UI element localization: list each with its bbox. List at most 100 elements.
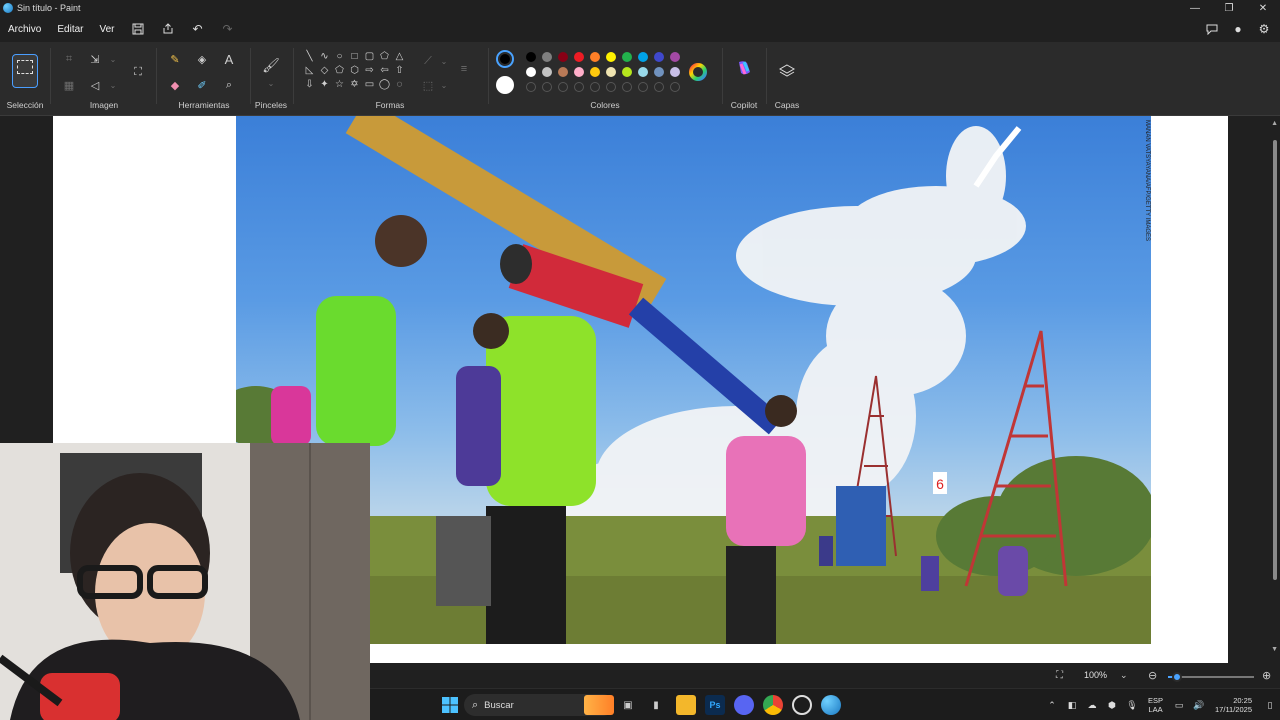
- menu-ver[interactable]: Ver: [91, 16, 122, 42]
- crop-icon[interactable]: ⌗: [60, 50, 78, 68]
- fill-bucket-icon[interactable]: ◈: [193, 50, 211, 68]
- vertical-scrollbar[interactable]: [1273, 140, 1277, 580]
- account-icon[interactable]: ●: [1228, 19, 1248, 39]
- notification-icon[interactable]: ▯: [1260, 695, 1280, 715]
- palette-color-swatch[interactable]: [542, 67, 552, 77]
- custom-color-slot[interactable]: [670, 82, 680, 92]
- curve-shape-icon[interactable]: ∿: [318, 50, 331, 63]
- rounded-rectangle-shape-icon[interactable]: ▢: [363, 50, 376, 63]
- palette-color-swatch[interactable]: [590, 67, 600, 77]
- custom-color-slot[interactable]: [526, 82, 536, 92]
- custom-color-slot[interactable]: [542, 82, 552, 92]
- chevron-up-icon[interactable]: ⌃: [1042, 695, 1062, 715]
- zoom-in-icon[interactable]: ⊕: [1262, 669, 1271, 682]
- rectangle-shape-icon[interactable]: □: [348, 50, 361, 63]
- close-button[interactable]: ✕: [1246, 0, 1280, 16]
- right-arrow-shape-icon[interactable]: ⇨: [363, 64, 376, 77]
- search-highlight-icon[interactable]: [584, 695, 614, 715]
- polygon-shape-icon[interactable]: ⬠: [378, 50, 391, 63]
- fit-to-window-icon[interactable]: ⛶: [1056, 670, 1070, 684]
- down-arrow-shape-icon[interactable]: ⇩: [303, 78, 316, 91]
- minimize-button[interactable]: —: [1178, 0, 1212, 16]
- rotate-icon[interactable]: ◁: [86, 76, 104, 94]
- scroll-down-icon[interactable]: ▼: [1271, 646, 1278, 653]
- resize-icon[interactable]: ⇲: [86, 50, 104, 68]
- text-icon[interactable]: A: [220, 50, 238, 68]
- menu-editar[interactable]: Editar: [49, 16, 91, 42]
- line-shape-icon[interactable]: ╲: [303, 50, 316, 63]
- share-icon[interactable]: [153, 16, 183, 42]
- save-icon[interactable]: [123, 16, 153, 42]
- zoom-slider[interactable]: [1168, 672, 1254, 682]
- feedback-icon[interactable]: [1202, 19, 1222, 39]
- app-icon[interactable]: ▮: [646, 695, 666, 715]
- task-view-icon[interactable]: ▣: [618, 695, 638, 715]
- discord-icon[interactable]: [734, 695, 754, 715]
- settings-gear-icon[interactable]: ⚙: [1254, 19, 1274, 39]
- five-point-star-shape-icon[interactable]: ☆: [333, 78, 346, 91]
- menu-archivo[interactable]: Archivo: [0, 16, 49, 42]
- pencil-icon[interactable]: ✎: [166, 50, 184, 68]
- four-point-star-shape-icon[interactable]: ✦: [318, 78, 331, 91]
- photoshop-icon[interactable]: Ps: [705, 695, 725, 715]
- palette-color-swatch[interactable]: [542, 52, 552, 62]
- obs-icon[interactable]: [792, 695, 812, 715]
- triangle-shape-icon[interactable]: △: [393, 50, 406, 63]
- palette-color-swatch[interactable]: [606, 52, 616, 62]
- zoom-value[interactable]: 100%: [1084, 670, 1107, 680]
- six-point-star-shape-icon[interactable]: ✡: [348, 78, 361, 91]
- chrome-icon[interactable]: [763, 695, 783, 715]
- custom-color-slot[interactable]: [606, 82, 616, 92]
- primary-color-swatch[interactable]: [496, 50, 514, 68]
- palette-color-swatch[interactable]: [622, 52, 632, 62]
- palette-color-swatch[interactable]: [654, 67, 664, 77]
- maximize-button[interactable]: ❐: [1212, 0, 1246, 16]
- palette-color-swatch[interactable]: [526, 67, 536, 77]
- palette-color-swatch[interactable]: [670, 52, 680, 62]
- cloud-callout-shape-icon[interactable]: ◌: [393, 78, 406, 91]
- custom-color-slot[interactable]: [622, 82, 632, 92]
- clock[interactable]: 20:25 17/11/2025: [1215, 696, 1252, 714]
- windows-start-icon[interactable]: [440, 695, 460, 715]
- brush-icon[interactable]: 🖌: [262, 56, 280, 74]
- stroke-size-icon[interactable]: ≡: [455, 60, 473, 78]
- custom-color-slot[interactable]: [574, 82, 584, 92]
- oval-callout-shape-icon[interactable]: ◯: [378, 78, 391, 91]
- layers-icon[interactable]: [778, 62, 796, 80]
- oval-shape-icon[interactable]: ○: [333, 50, 346, 63]
- diamond-shape-icon[interactable]: ◇: [318, 64, 331, 77]
- palette-color-swatch[interactable]: [558, 67, 568, 77]
- palette-color-swatch[interactable]: [574, 67, 584, 77]
- custom-color-slot[interactable]: [558, 82, 568, 92]
- left-arrow-shape-icon[interactable]: ⇦: [378, 64, 391, 77]
- pentagon-shape-icon[interactable]: ⬠: [333, 64, 346, 77]
- input-language[interactable]: ESP LAA: [1148, 696, 1163, 714]
- redo-icon[interactable]: ↷: [213, 16, 243, 42]
- chevron-down-icon[interactable]: ⌄: [435, 52, 453, 70]
- chevron-down-icon[interactable]: ⌄: [104, 50, 122, 68]
- undo-icon[interactable]: ↶: [183, 16, 213, 42]
- zoom-out-icon[interactable]: ⊖: [1148, 669, 1157, 682]
- chevron-down-icon[interactable]: ⌄: [104, 76, 122, 94]
- custom-color-slot[interactable]: [654, 82, 664, 92]
- chevron-down-icon[interactable]: ⌄: [435, 76, 453, 94]
- selection-tool-button[interactable]: [12, 54, 38, 88]
- network-icon[interactable]: ▭: [1169, 695, 1189, 715]
- palette-color-swatch[interactable]: [606, 67, 616, 77]
- pasted-photo-rocket-festival[interactable]: 6 MANAN VATSYAYANA/AFP/GETTY IMAGES: [236, 116, 1151, 644]
- volume-icon[interactable]: 🔊: [1189, 695, 1209, 715]
- tray-app-icon[interactable]: ◧: [1062, 695, 1082, 715]
- image-select-icon[interactable]: ▦: [60, 76, 78, 94]
- chevron-down-icon[interactable]: ⌄: [1120, 670, 1128, 681]
- chevron-down-icon[interactable]: ⌄: [262, 74, 280, 92]
- copilot-icon[interactable]: [734, 58, 754, 78]
- tray-shield-icon[interactable]: ⬢: [1102, 695, 1122, 715]
- secondary-color-swatch[interactable]: [496, 76, 514, 94]
- zoom-slider-thumb[interactable]: [1171, 672, 1182, 682]
- edit-colors-icon[interactable]: [688, 62, 708, 82]
- remove-background-icon[interactable]: ⛶: [128, 62, 148, 82]
- palette-color-swatch[interactable]: [526, 52, 536, 62]
- palette-color-swatch[interactable]: [670, 67, 680, 77]
- up-arrow-shape-icon[interactable]: ⇧: [393, 64, 406, 77]
- palette-color-swatch[interactable]: [622, 67, 632, 77]
